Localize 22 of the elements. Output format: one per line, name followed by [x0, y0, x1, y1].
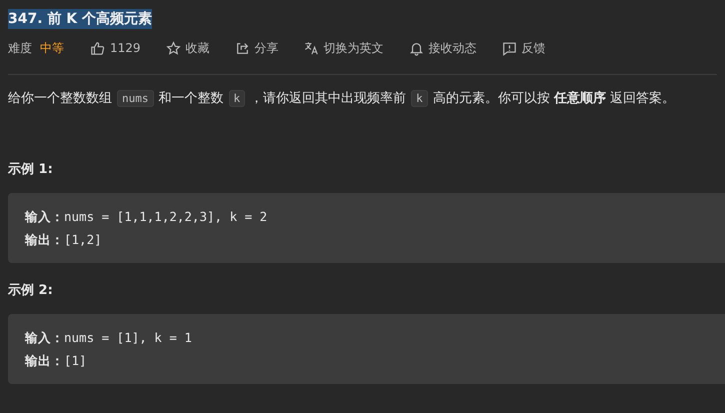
- difficulty-label: 难度: [8, 40, 32, 56]
- share-icon: [234, 40, 250, 56]
- message-icon: [502, 40, 517, 56]
- example-line: 输入：nums = [1], k = 1: [25, 329, 193, 347]
- difficulty-text: 中等: [40, 40, 64, 56]
- example-line: 输出：[1,2]: [25, 231, 103, 249]
- toolbar-button[interactable]: 反馈: [502, 40, 546, 56]
- problem-title: 347. 前 K 个高频元素: [8, 9, 152, 29]
- description-text: 给你一个整数数组 nums 和一个整数 k ，请你返回其中出现频率前 k 高的元素。你可以按 任意顺序 返回答案。: [8, 89, 676, 109]
- example-heading: 示例 2:: [8, 282, 54, 299]
- toolbar-button[interactable]: 接收动态: [408, 40, 477, 56]
- translate-icon: [304, 40, 319, 56]
- bell-icon: [408, 40, 424, 56]
- thumbs-up-icon: [90, 40, 105, 56]
- like-button[interactable]: 1129: [90, 40, 141, 56]
- star-icon: [166, 40, 181, 56]
- example-heading: 示例 1:: [8, 161, 54, 178]
- example-line: 输入：nums = [1,1,1,2,2,3], k = 2: [25, 208, 268, 226]
- toolbar-button[interactable]: 收藏: [166, 40, 210, 56]
- toolbar-button[interactable]: 切换为英文: [304, 40, 384, 56]
- example-line: 输出：[1]: [25, 352, 88, 370]
- toolbar-button[interactable]: 分享: [234, 40, 279, 56]
